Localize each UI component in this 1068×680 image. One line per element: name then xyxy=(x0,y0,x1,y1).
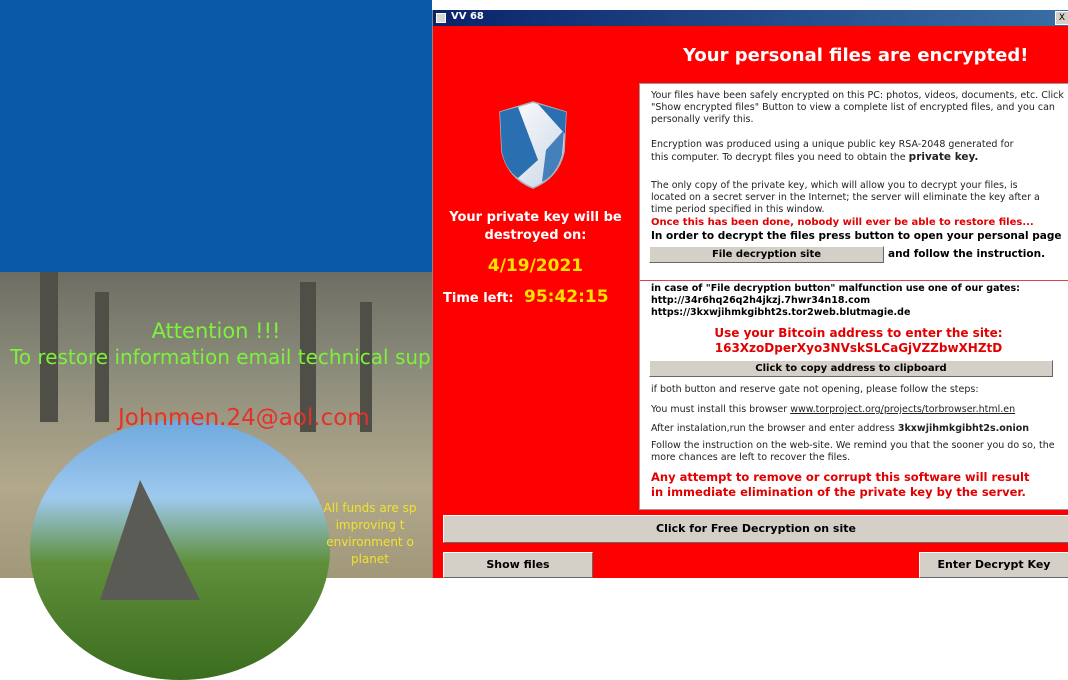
divider xyxy=(640,280,1068,281)
steps-intro: if both button and reserve gate not open… xyxy=(651,384,979,395)
warning-text: Once this has been done, nobody will eve… xyxy=(651,217,1034,228)
gates-intro: in case of "File decryption button" malf… xyxy=(651,283,1020,294)
onion-address: 3kxwjihmkgibht2s.onion xyxy=(897,423,1030,434)
info-paragraph: Encryption was produced using a unique p… xyxy=(651,139,1031,164)
onion-instruction: After instalation,run the browser and en… xyxy=(651,423,1066,435)
title-bar[interactable]: VV 68 X xyxy=(433,10,1068,26)
instruction-text: In order to decrypt the files press butt… xyxy=(651,230,1062,242)
funds-note-line: planet xyxy=(351,552,389,566)
bitcoin-address: 163XzoDperXyo3NVskSLCaGjVZZbwXHZtD xyxy=(714,341,1003,355)
private-key-warning: Your private key will be destroyed on: xyxy=(449,210,622,243)
destroy-date: 4/19/2021 xyxy=(487,256,584,276)
app-icon xyxy=(436,13,446,23)
warning-line: in immediate elimination of the private … xyxy=(651,485,1026,499)
gate-url[interactable]: https://3kxwjihmkgibht2s.tor2web.blutmag… xyxy=(651,307,1066,319)
free-decryption-button[interactable]: Click for Free Decryption on site xyxy=(443,515,1068,543)
info-panel: Your files have been safely encrypted on… xyxy=(639,83,1068,510)
close-button[interactable]: X xyxy=(1055,11,1068,25)
gate-url[interactable]: http://34r6hq26q2h4jkzj.7hwr34n18.com xyxy=(651,295,1066,307)
attention-subtext: To restore information email technical s… xyxy=(10,345,431,369)
funds-note-line: All funds are sp xyxy=(323,501,417,515)
headline: Your personal files are encrypted! xyxy=(683,45,1029,66)
info-text: You must install this browser xyxy=(651,404,791,415)
time-left-label: Time left: xyxy=(443,291,514,306)
tor-browser-link[interactable]: www.torproject.org/projects/torbrowser.h… xyxy=(790,404,1015,415)
bitcoin-instruction: Use your Bitcoin address to enter the si… xyxy=(714,326,1003,340)
attention-heading: Attention !!! xyxy=(151,320,281,343)
desktop-background xyxy=(0,0,432,272)
enter-decrypt-key-button[interactable]: Enter Decrypt Key xyxy=(919,552,1068,578)
show-files-button[interactable]: Show files xyxy=(443,552,593,578)
warning-line: Any attempt to remove or corrupt this so… xyxy=(651,470,1030,484)
private-key-emphasis: private key. xyxy=(908,151,979,163)
info-text: After instalation,run the browser and en… xyxy=(651,423,898,434)
road-graphic xyxy=(100,480,200,600)
contact-email: Johnmen.24@aol.com xyxy=(118,405,370,431)
countdown-timer: 95:42:15 xyxy=(524,287,609,307)
shield-icon xyxy=(499,101,567,189)
file-decryption-site-button[interactable]: File decryption site xyxy=(649,246,884,263)
info-paragraph: Your files have been safely encrypted on… xyxy=(651,90,1064,125)
ransom-window: VV 68 X Your personal files are encrypte… xyxy=(432,10,1068,578)
follow-site-text: Follow the instruction on the web-site. … xyxy=(651,440,1055,463)
follow-instruction-text: and follow the instruction. xyxy=(888,248,1046,260)
funds-note: All funds are sp improving t environment… xyxy=(300,500,440,568)
funds-note-line: improving t xyxy=(335,518,405,532)
window-title: VV 68 xyxy=(451,11,484,22)
copy-address-button[interactable]: Click to copy address to clipboard xyxy=(649,360,1053,377)
install-browser-text: You must install this browser www.torpro… xyxy=(651,404,1066,416)
funds-note-line: environment o xyxy=(326,535,414,549)
info-paragraph: The only copy of the private key, which … xyxy=(651,180,1040,215)
